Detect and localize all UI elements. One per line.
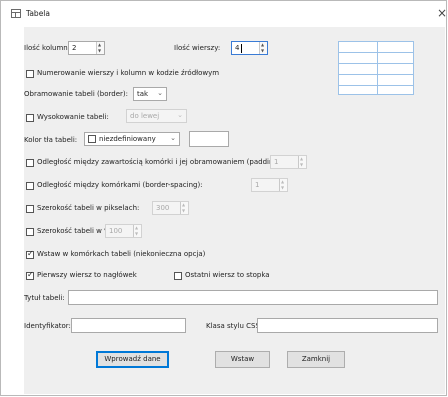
- spacing-checkbox[interactable]: [26, 182, 34, 190]
- width-px-value: 300: [156, 204, 170, 212]
- padding-spin-arrows[interactable]: ▲ ▼: [298, 156, 306, 168]
- last-row-footer-checkbox[interactable]: [174, 272, 182, 280]
- preview-row-line: [339, 63, 413, 64]
- bgcolor-label: Kolor tła tabeli:: [24, 136, 78, 144]
- numbering-checkbox[interactable]: [26, 70, 34, 78]
- text-cursor: [241, 44, 242, 53]
- insert-data-button[interactable]: Wprowadź dane: [96, 351, 169, 368]
- spacing-value: 1: [255, 181, 260, 189]
- width-px-checkbox[interactable]: [26, 205, 34, 213]
- height-dropdown[interactable]: do lewej ⌄: [126, 109, 187, 123]
- width-px-label: Szerokość tabeli w pikselach:: [37, 204, 140, 212]
- rows-spin-arrows[interactable]: ▲ ▼: [259, 42, 267, 54]
- css-label: Klasa stylu CSS:: [206, 322, 263, 330]
- preview-col-line: [377, 42, 378, 94]
- width-pct-checkbox[interactable]: [26, 228, 34, 236]
- chevron-down-icon: ⌄: [177, 111, 183, 119]
- preview-row-line: [339, 74, 413, 75]
- id-label: Identyfikator:: [24, 322, 71, 330]
- width-pct-label: Szerokość tabeli w %:: [37, 227, 114, 235]
- rows-value: 4: [235, 44, 240, 52]
- preview-row-line: [339, 85, 413, 86]
- height-checkbox[interactable]: [26, 114, 34, 122]
- first-row-header-checkbox[interactable]: [26, 270, 34, 280]
- caption-label: Tytuł tabeli:: [24, 294, 65, 302]
- width-pct-value: 100: [109, 227, 123, 235]
- width-px-spin-arrows[interactable]: ▲ ▼: [180, 202, 188, 214]
- columns-label: Ilość kolumn:: [24, 44, 71, 52]
- nbsp-checkbox[interactable]: [26, 249, 34, 259]
- bgcolor-hex-input[interactable]: [189, 131, 229, 147]
- caption-input[interactable]: [68, 290, 438, 305]
- last-row-footer-label: Ostatni wiersz to stopka: [185, 271, 270, 279]
- width-pct-spin-arrows[interactable]: ▲ ▼: [133, 225, 141, 237]
- close-icon[interactable]: ×: [437, 6, 447, 20]
- border-dropdown[interactable]: tak ⌄: [133, 87, 167, 101]
- border-value: tak: [137, 90, 149, 98]
- css-input[interactable]: [257, 318, 438, 333]
- border-label: Obramowanie tabeli (border):: [24, 90, 128, 98]
- first-row-header-label: Pierwszy wiersz to nagłówek: [37, 271, 137, 279]
- height-value: do lewej: [130, 112, 160, 120]
- rows-spinbox[interactable]: 4 ▲ ▼: [231, 41, 268, 55]
- title-bar: Tabela ×: [1, 1, 447, 27]
- nbsp-label: Wstaw w komórkach tabeli (niekonieczna o…: [37, 250, 206, 258]
- spacing-label: Odległość między komórkami (border-spaci…: [37, 181, 203, 189]
- window-title: Tabela: [26, 9, 50, 18]
- padding-checkbox[interactable]: [26, 159, 34, 167]
- table-icon: [11, 9, 21, 18]
- table-dialog: Tabela × Ilość kolumn: 2 ▲ ▼ Ilość wiersz…: [0, 0, 447, 396]
- numbering-label: Numerowanie wierszy i kolumn w kodzie źr…: [37, 69, 220, 77]
- rows-label: Ilość wierszy:: [174, 44, 221, 52]
- id-input[interactable]: [71, 318, 186, 333]
- preview-row-line: [339, 52, 413, 53]
- padding-spinbox[interactable]: 1 ▲ ▼: [270, 155, 307, 169]
- close-button[interactable]: Zamknij: [287, 351, 345, 368]
- paste-button[interactable]: Wstaw: [215, 351, 270, 368]
- color-swatch: [88, 135, 96, 143]
- spacing-spinbox[interactable]: 1 ▲ ▼: [251, 178, 288, 192]
- padding-value: 1: [274, 158, 279, 166]
- bgcolor-dropdown[interactable]: niezdefiniowany ⌄: [84, 132, 180, 146]
- chevron-down-icon: ⌄: [157, 89, 163, 97]
- table-preview: [338, 41, 414, 95]
- spacing-spin-arrows[interactable]: ▲ ▼: [279, 179, 287, 191]
- height-label: Wysokowanie tabeli:: [37, 113, 109, 121]
- columns-value: 2: [72, 44, 77, 52]
- padding-label: Odległość między zawartością komórki i j…: [37, 158, 283, 166]
- dialog-body: Ilość kolumn: 2 ▲ ▼ Ilość wierszy: 4 ▲ ▼ N…: [24, 27, 445, 394]
- width-pct-spinbox[interactable]: 100 ▲ ▼: [105, 224, 142, 238]
- chevron-down-icon: ⌄: [170, 134, 176, 142]
- bgcolor-value: niezdefiniowany: [99, 135, 156, 143]
- width-px-spinbox[interactable]: 300 ▲ ▼: [152, 201, 189, 215]
- columns-spin-arrows[interactable]: ▲ ▼: [96, 42, 104, 54]
- columns-spinbox[interactable]: 2 ▲ ▼: [68, 41, 105, 55]
